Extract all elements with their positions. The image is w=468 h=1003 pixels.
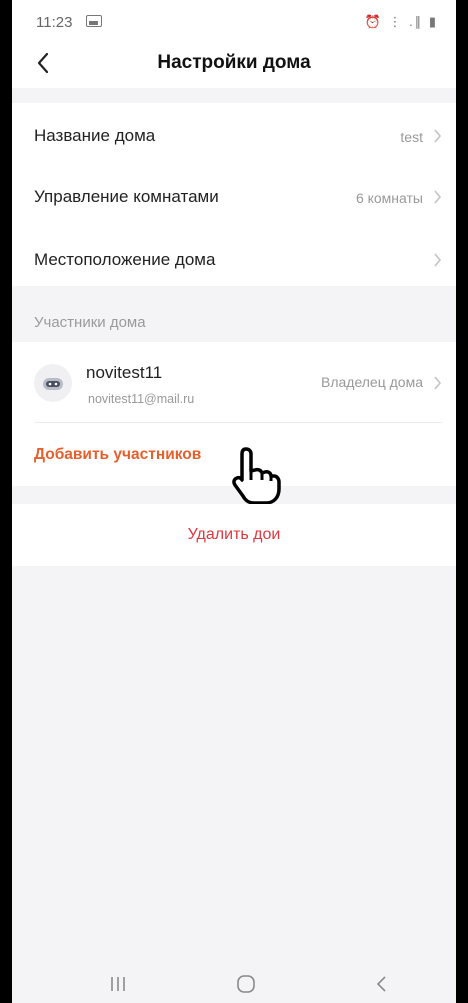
hand-pointer-icon [232, 447, 281, 505]
member-role: Владелец дома [320, 374, 423, 390]
members-section-title: Участники дома [34, 314, 146, 331]
status-icons: ⏰ ⋮ .∥ ▮ [364, 14, 438, 29]
avatar [34, 364, 72, 402]
settings-list: Название дома test Управление комнатами … [12, 103, 456, 286]
home-name-value: test [400, 129, 423, 145]
home-location-label: Местоположение дома [34, 250, 216, 269]
member-email: novitest11@mail.ru [88, 392, 195, 406]
room-management-label: Управление комнатами [34, 187, 219, 206]
member-name: novitest11 [86, 363, 163, 382]
screen: 11:23 ⏰ ⋮ .∥ ▮ Настройки дома Название д… [12, 0, 456, 1003]
divider [34, 422, 442, 423]
header: Настройки дома [12, 40, 456, 88]
status-bar: 11:23 ⏰ ⋮ .∥ ▮ [12, 0, 456, 40]
chevron-right-icon [434, 129, 442, 143]
status-time: 11:23 [36, 14, 73, 31]
chevron-right-icon [434, 190, 442, 204]
nav-back-icon [376, 976, 386, 992]
recents-icon [111, 977, 125, 991]
chevron-right-icon [434, 253, 442, 267]
add-members-button[interactable]: Добавить участников [34, 446, 201, 464]
delete-home-button[interactable]: Удалить дои [12, 526, 456, 544]
chevron-right-icon [434, 376, 442, 390]
room-management-row[interactable]: Управление комнатами 6 комнаты [12, 167, 456, 228]
image-icon [86, 15, 102, 27]
recents-button[interactable] [98, 970, 138, 998]
member-row[interactable]: novitest11 novitest11@mail.ru Владелец д… [12, 342, 456, 420]
home-button[interactable] [226, 970, 266, 998]
home-name-row[interactable]: Название дома test [12, 106, 456, 167]
system-back-button[interactable] [362, 970, 402, 998]
phone-frame: 11:23 ⏰ ⋮ .∥ ▮ Настройки дома Название д… [0, 0, 468, 1003]
delete-home-card: Удалить дои [12, 504, 456, 566]
navigation-bar [12, 964, 456, 1003]
home-name-label: Название дома [34, 126, 156, 145]
page-title: Настройки дома [157, 52, 311, 73]
room-count-value: 6 комнаты [355, 190, 423, 206]
robot-avatar-icon [43, 378, 63, 390]
home-icon [237, 975, 255, 993]
home-location-row[interactable]: Местоположение дома [12, 230, 456, 291]
